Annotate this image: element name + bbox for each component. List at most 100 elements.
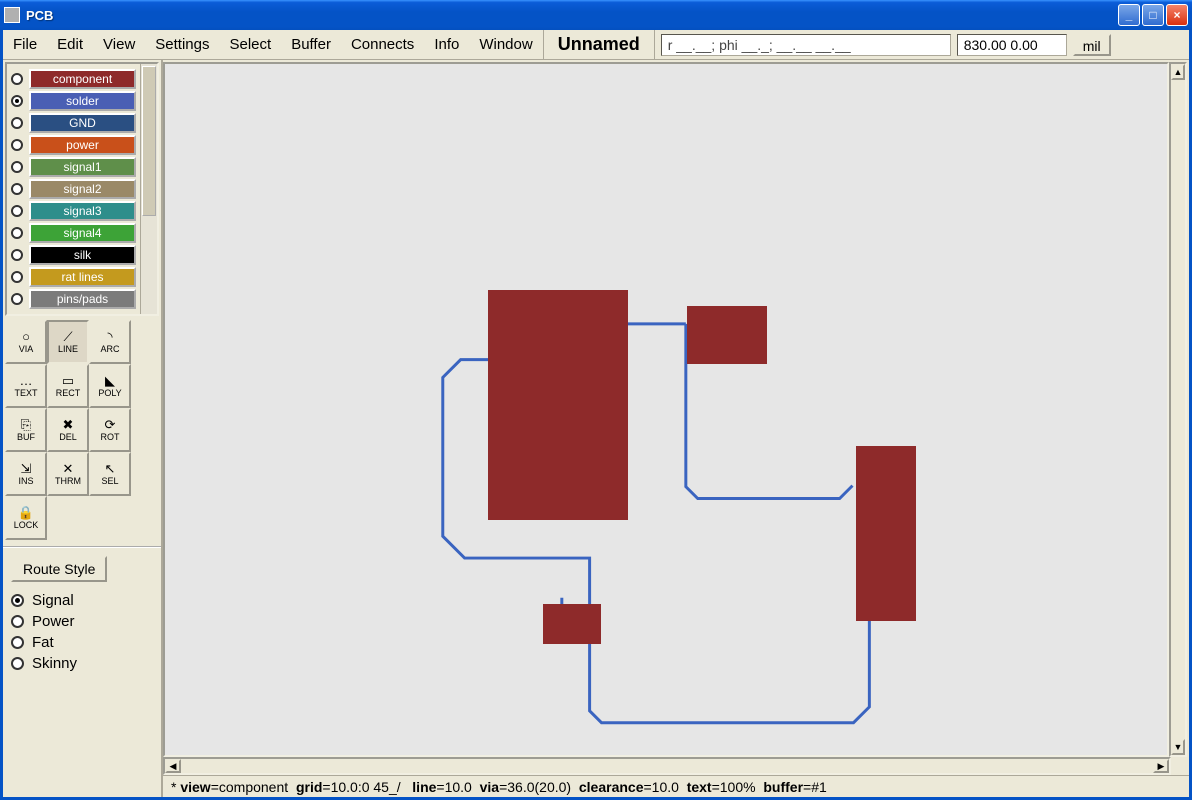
layer-button-GND[interactable]: GND bbox=[29, 113, 136, 133]
pad[interactable] bbox=[687, 306, 767, 364]
del-icon: ✖ bbox=[63, 418, 74, 431]
layer-radio-signal2[interactable] bbox=[11, 183, 23, 195]
tool-rot[interactable]: ⟳ROT bbox=[89, 408, 131, 452]
rot-icon: ⟳ bbox=[105, 418, 116, 431]
scroll-up-button[interactable]: ▲ bbox=[1171, 64, 1185, 80]
route-option-power[interactable]: Power bbox=[11, 611, 153, 632]
tool-poly[interactable]: ◣POLY bbox=[89, 364, 131, 408]
readout-polar: r __.__; phi __._; __.__ __.__ bbox=[661, 34, 951, 56]
layer-row-signal1: signal1 bbox=[9, 156, 138, 178]
line-icon: ⟋ bbox=[63, 330, 72, 343]
scroll-down-button[interactable]: ▼ bbox=[1171, 739, 1185, 755]
tool-label: ROT bbox=[101, 432, 120, 442]
route-option-skinny[interactable]: Skinny bbox=[11, 653, 153, 674]
layer-button-power[interactable]: power bbox=[29, 135, 136, 155]
layer-button-pins/pads[interactable]: pins/pads bbox=[29, 289, 136, 309]
unit-toggle-button[interactable]: mil bbox=[1073, 34, 1111, 56]
tool-thrm[interactable]: ✕THRM bbox=[47, 452, 89, 496]
layer-radio-signal4[interactable] bbox=[11, 227, 23, 239]
maximize-button[interactable]: □ bbox=[1142, 4, 1164, 26]
route-option-fat[interactable]: Fat bbox=[11, 632, 153, 653]
route-style-button[interactable]: Route Style bbox=[11, 556, 107, 582]
layer-button-silk[interactable]: silk bbox=[29, 245, 136, 265]
route-option-label: Power bbox=[32, 613, 75, 630]
route-option-label: Signal bbox=[32, 592, 74, 609]
menu-select[interactable]: Select bbox=[219, 32, 281, 57]
layer-row-signal4: signal4 bbox=[9, 222, 138, 244]
layer-button-signal4[interactable]: signal4 bbox=[29, 223, 136, 243]
layer-button-solder[interactable]: solder bbox=[29, 91, 136, 111]
thrm-icon: ✕ bbox=[63, 462, 74, 475]
pad[interactable] bbox=[856, 446, 916, 621]
tool-label: THRM bbox=[55, 476, 81, 486]
app-icon bbox=[4, 7, 20, 23]
tool-label: DEL bbox=[59, 432, 77, 442]
layer-radio-pins/pads[interactable] bbox=[11, 293, 23, 305]
traces-layer bbox=[165, 64, 1167, 757]
layer-button-component[interactable]: component bbox=[29, 69, 136, 89]
tool-label: SEL bbox=[101, 476, 118, 486]
buf-icon: ⎘ bbox=[21, 418, 31, 431]
left-panel: componentsolderGNDpowersignal1signal2sig… bbox=[3, 60, 163, 797]
tool-line[interactable]: ⟋LINE bbox=[47, 320, 89, 364]
tool-label: INS bbox=[18, 476, 33, 486]
via-icon: ○ bbox=[22, 330, 30, 343]
route-option-signal[interactable]: Signal bbox=[11, 590, 153, 611]
layer-row-solder: solder bbox=[9, 90, 138, 112]
arc-icon: ◝ bbox=[107, 330, 112, 343]
minimize-button[interactable]: _ bbox=[1118, 4, 1140, 26]
scroll-left-button[interactable]: ◀ bbox=[165, 759, 181, 773]
layer-radio-silk[interactable] bbox=[11, 249, 23, 261]
canvas-hscrollbar[interactable]: ◀ ▶ bbox=[163, 757, 1171, 775]
layer-radio-component[interactable] bbox=[11, 73, 23, 85]
menu-settings[interactable]: Settings bbox=[145, 32, 219, 57]
layer-radio-GND[interactable] bbox=[11, 117, 23, 129]
menubar: FileEditViewSettingsSelectBufferConnects… bbox=[3, 30, 1189, 60]
pad[interactable] bbox=[543, 604, 601, 644]
menu-file[interactable]: File bbox=[3, 32, 47, 57]
layer-row-signal3: signal3 bbox=[9, 200, 138, 222]
tool-via[interactable]: ○VIA bbox=[5, 320, 47, 364]
tool-sel[interactable]: ↖SEL bbox=[89, 452, 131, 496]
layer-radio-power[interactable] bbox=[11, 139, 23, 151]
rect-icon: ▭ bbox=[62, 374, 74, 387]
pad[interactable] bbox=[488, 290, 628, 520]
tool-rect[interactable]: ▭RECT bbox=[47, 364, 89, 408]
layer-scrollbar[interactable] bbox=[140, 64, 157, 314]
text-icon: … bbox=[20, 374, 33, 387]
tool-del[interactable]: ✖DEL bbox=[47, 408, 89, 452]
tool-arc[interactable]: ◝ARC bbox=[89, 320, 131, 364]
readout-coord: 830.00 0.00 bbox=[957, 34, 1067, 56]
canvas-vscrollbar[interactable]: ▲ ▼ bbox=[1169, 62, 1187, 757]
menu-edit[interactable]: Edit bbox=[47, 32, 93, 57]
menu-info[interactable]: Info bbox=[424, 32, 469, 57]
layer-button-signal2[interactable]: signal2 bbox=[29, 179, 136, 199]
layer-button-rat-lines[interactable]: rat lines bbox=[29, 267, 136, 287]
layer-radio-signal1[interactable] bbox=[11, 161, 23, 173]
menu-buffer[interactable]: Buffer bbox=[281, 32, 341, 57]
layer-radio-solder[interactable] bbox=[11, 95, 23, 107]
tool-lock[interactable]: 🔒LOCK bbox=[5, 496, 47, 540]
menu-window[interactable]: Window bbox=[469, 32, 542, 57]
layer-button-signal3[interactable]: signal3 bbox=[29, 201, 136, 221]
window-title: PCB bbox=[26, 8, 1118, 23]
tool-buf[interactable]: ⎘BUF bbox=[5, 408, 47, 452]
lock-icon: 🔒 bbox=[18, 506, 34, 519]
scroll-right-button[interactable]: ▶ bbox=[1153, 759, 1169, 773]
layer-radio-rat-lines[interactable] bbox=[11, 271, 23, 283]
menu-connects[interactable]: Connects bbox=[341, 32, 424, 57]
pcb-canvas[interactable] bbox=[163, 62, 1169, 757]
tool-ins[interactable]: ⇲INS bbox=[5, 452, 47, 496]
layer-row-component: component bbox=[9, 68, 138, 90]
close-button[interactable]: × bbox=[1166, 4, 1188, 26]
document-title: Unnamed bbox=[544, 30, 654, 59]
tool-text[interactable]: …TEXT bbox=[5, 364, 47, 408]
route-option-label: Skinny bbox=[32, 655, 77, 672]
layer-row-GND: GND bbox=[9, 112, 138, 134]
tool-label: TEXT bbox=[14, 388, 37, 398]
layer-row-signal2: signal2 bbox=[9, 178, 138, 200]
route-radio-icon bbox=[11, 636, 24, 649]
layer-button-signal1[interactable]: signal1 bbox=[29, 157, 136, 177]
menu-view[interactable]: View bbox=[93, 32, 145, 57]
layer-radio-signal3[interactable] bbox=[11, 205, 23, 217]
